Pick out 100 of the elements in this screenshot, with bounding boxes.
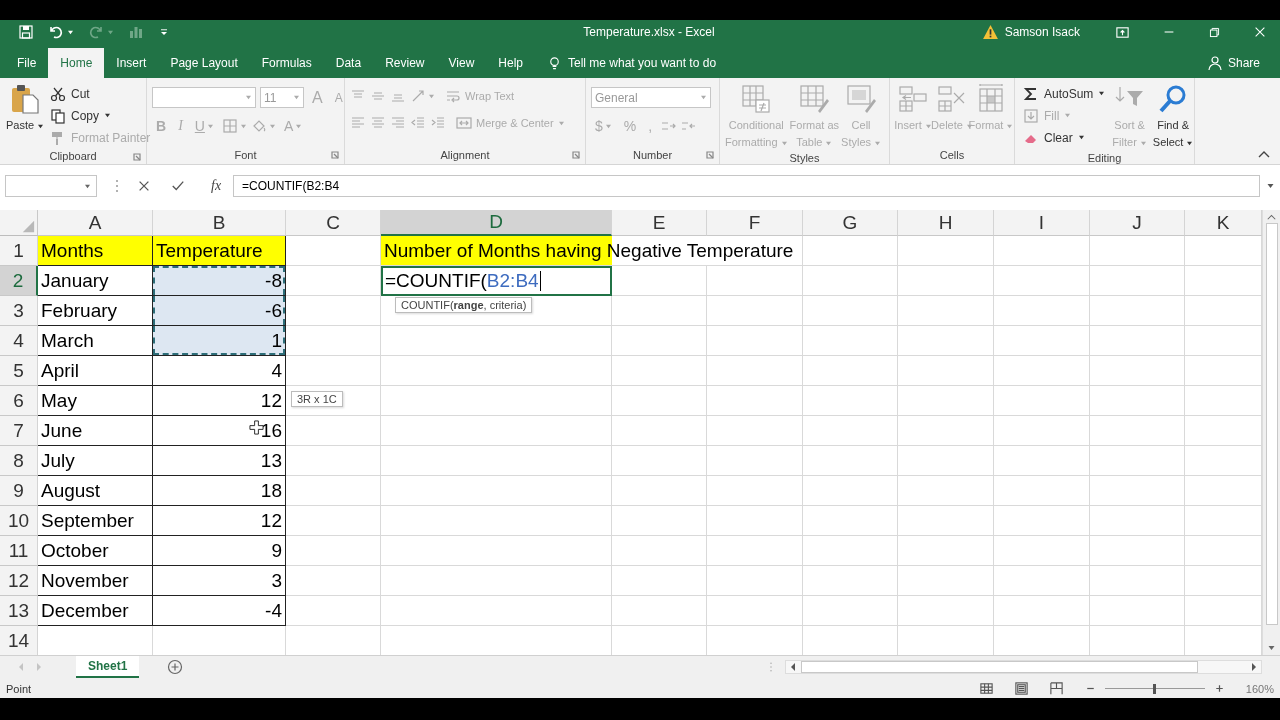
redo-icon[interactable] [88, 24, 104, 40]
customize-icon[interactable] [158, 26, 170, 38]
column-header[interactable]: F [707, 210, 803, 236]
ribbon-tab[interactable]: Formulas [249, 48, 324, 78]
table-cell: Temperature [153, 236, 286, 266]
row-header[interactable]: 2 [0, 266, 38, 296]
save-icon[interactable] [18, 24, 34, 40]
row-header[interactable]: 6 [0, 386, 38, 416]
table-format-icon [798, 83, 831, 115]
restore-icon[interactable] [1208, 25, 1221, 39]
expand-icon[interactable] [1266, 183, 1275, 189]
scroll-right-icon[interactable] [1250, 662, 1258, 672]
table-cell: 3 [153, 566, 286, 596]
row-header[interactable]: 9 [0, 476, 38, 506]
dialog-launcher-icon[interactable] [331, 151, 339, 159]
dialog-launcher-icon[interactable] [572, 151, 580, 159]
ribbon-tab[interactable]: Review [373, 48, 437, 78]
scroll-thumb[interactable] [801, 661, 1198, 673]
page-layout-view-icon[interactable] [1013, 681, 1029, 696]
formula-field[interactable]: =COUNTIF(B2:B4 [233, 175, 1260, 197]
caret-icon [428, 93, 435, 99]
tell-me-search[interactable]: Tell me what you want to do [541, 48, 723, 78]
column-header[interactable]: E [612, 210, 707, 236]
normal-view-icon[interactable] [978, 681, 994, 696]
share-button[interactable]: Share [1200, 48, 1266, 78]
sum-icon [1023, 85, 1039, 102]
ribbon-tab[interactable]: Insert [104, 48, 159, 78]
ribbon-button[interactable]: Copy [47, 105, 154, 126]
ribbon-tab[interactable]: Help [486, 48, 535, 78]
column-header[interactable]: I [994, 210, 1090, 236]
undo-icon[interactable] [48, 24, 64, 40]
ribbon-button[interactable]: Clear [1020, 127, 1109, 148]
caret-icon[interactable] [67, 29, 74, 35]
column-header[interactable]: J [1090, 210, 1185, 236]
ribbon-button[interactable]: Cut [47, 83, 154, 104]
row-header[interactable]: 5 [0, 356, 38, 386]
caret-icon [84, 183, 91, 189]
table-cell: 9 [153, 536, 286, 566]
cell-editor[interactable]: =COUNTIF(B2:B4 [381, 266, 612, 296]
row-header[interactable]: 13 [0, 596, 38, 626]
table-cell: May [38, 386, 153, 416]
row-header[interactable]: 3 [0, 296, 38, 326]
scissors-icon [50, 85, 66, 102]
scroll-thumb[interactable] [1265, 223, 1278, 625]
ribbon-tab[interactable]: View [436, 48, 487, 78]
dialog-launcher-icon[interactable] [133, 153, 141, 161]
column-header[interactable]: A [38, 210, 153, 236]
row-header[interactable]: 14 [0, 626, 38, 655]
name-box[interactable] [5, 175, 97, 197]
chart-icon[interactable] [128, 24, 144, 40]
group-label: Styles [789, 151, 820, 164]
column-header[interactable]: C [286, 210, 381, 236]
scroll-up-icon[interactable] [1267, 214, 1276, 220]
row-header[interactable]: 7 [0, 416, 38, 446]
slider-thumb[interactable] [1152, 683, 1156, 694]
ribbon-tab[interactable]: Data [323, 48, 374, 78]
collapse-ribbon-icon[interactable] [1258, 150, 1270, 158]
row-header[interactable]: 4 [0, 326, 38, 356]
ribbon-display-icon[interactable] [1115, 24, 1130, 40]
check-icon[interactable] [171, 179, 185, 193]
select-all-button[interactable] [0, 210, 38, 236]
person-icon [1206, 55, 1223, 71]
ribbon-button[interactable]: AutoSum [1020, 83, 1109, 104]
close-icon[interactable] [1253, 25, 1267, 39]
column-header[interactable]: G [803, 210, 898, 236]
horizontal-scrollbar[interactable] [785, 660, 1262, 674]
user-name[interactable]: Samson Isack [1004, 25, 1080, 39]
vertical-scrollbar[interactable] [1262, 210, 1280, 655]
page-break-view-icon[interactable] [1048, 681, 1064, 696]
more-icon [115, 178, 119, 194]
ribbon-tab[interactable]: Page Layout [158, 48, 250, 78]
add-sheet-icon[interactable] [167, 659, 184, 675]
decrease-indent-icon [410, 115, 426, 131]
scroll-left-icon[interactable] [789, 662, 797, 672]
align-right-icon [390, 115, 406, 131]
ribbon-button[interactable]: Find & Select [1150, 81, 1196, 151]
group-label: Font [234, 149, 257, 161]
insert-function-button[interactable]: fx [205, 178, 228, 194]
row-header[interactable]: 8 [0, 446, 38, 476]
ribbon-tab[interactable]: File [5, 48, 49, 78]
table-cell: Months [38, 236, 153, 266]
ribbon-tab[interactable]: Home [48, 48, 105, 78]
cancel-icon[interactable] [137, 179, 151, 193]
table-cell: April [38, 356, 153, 386]
ribbon-button[interactable]: Paste [5, 81, 45, 148]
row-header[interactable]: 12 [0, 566, 38, 596]
orientation-icon [410, 88, 426, 104]
row-header[interactable]: 11 [0, 536, 38, 566]
borders-icon [221, 118, 238, 134]
row-header[interactable]: 1 [0, 236, 38, 266]
column-header[interactable]: K [1185, 210, 1262, 236]
column-header[interactable]: B [153, 210, 286, 236]
zoom-level[interactable]: 160% [1245, 682, 1274, 695]
row-header[interactable]: 10 [0, 506, 38, 536]
sheet-tab[interactable]: Sheet1 [76, 656, 140, 678]
column-header[interactable]: H [898, 210, 994, 236]
dialog-launcher-icon[interactable] [706, 151, 714, 159]
function-tooltip: COUNTIF(range, criteria) [395, 297, 533, 313]
scroll-down-icon[interactable] [1267, 645, 1276, 651]
column-header[interactable]: D [381, 210, 612, 236]
